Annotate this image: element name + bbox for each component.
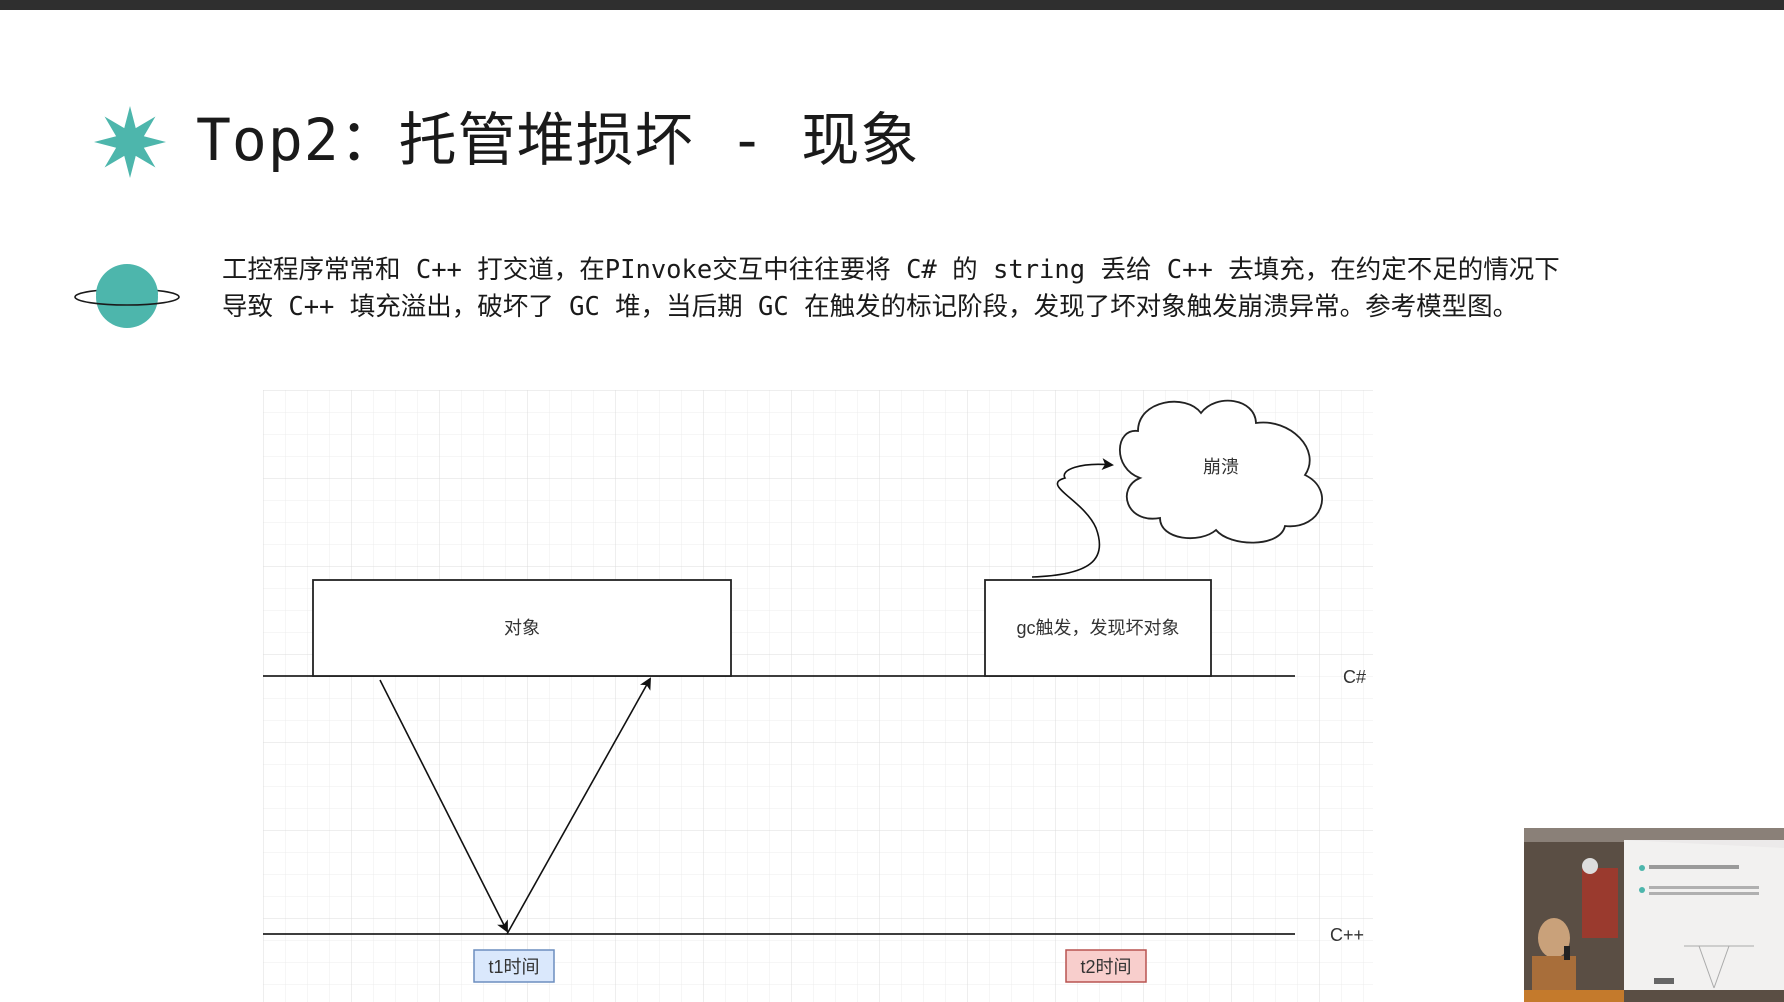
t2-label: t2时间: [1080, 957, 1131, 977]
speaker-webcam-overlay: [1524, 828, 1784, 1002]
gc-trigger-box-label: gc触发，发现坏对象: [1016, 618, 1179, 638]
cpp-lane-label: C++: [1330, 925, 1364, 945]
webcam-video-frame: [1524, 828, 1784, 1002]
object-box-label: 对象: [504, 618, 540, 638]
t1-label: t1时间: [488, 957, 539, 977]
csharp-lane-label: C#: [1343, 667, 1366, 687]
crash-cloud-label: 崩溃: [1203, 457, 1239, 477]
model-diagram: C# C++ 对象 gc触发，发现坏对象 崩溃 t1时间 t2时间: [263, 390, 1373, 1002]
